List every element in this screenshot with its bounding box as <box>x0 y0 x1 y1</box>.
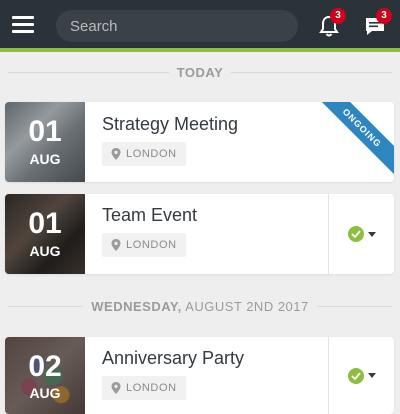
notifications-badge: 3 <box>330 8 346 24</box>
section-label-weekday: WEDNESDAY, <box>91 298 182 314</box>
event-thumbnail: 01 AUG <box>5 102 85 182</box>
event-day: 01 <box>28 207 62 240</box>
divider <box>8 71 169 73</box>
location-pin-icon <box>111 148 121 160</box>
check-icon <box>347 226 364 242</box>
rsvp-status-dropdown[interactable] <box>328 194 394 274</box>
ongoing-ribbon: ONGOING <box>316 102 394 178</box>
event-location: LONDON <box>126 382 177 394</box>
event-thumbnail: 01 AUG <box>5 194 85 274</box>
event-location-tag: LONDON <box>102 376 186 400</box>
event-title: Strategy Meeting <box>102 114 239 134</box>
divider <box>8 305 84 307</box>
check-icon <box>347 367 364 384</box>
event-location-tag: LONDON <box>102 142 186 166</box>
event-card-team-event[interactable]: 01 AUG Team Event LONDON <box>5 194 394 274</box>
messages-badge: 3 <box>376 8 392 24</box>
top-bar: 3 3 <box>0 0 400 48</box>
section-label-date: AUGUST 2ND 2017 <box>185 298 309 314</box>
event-thumbnail: 02 AUG <box>5 337 85 414</box>
caret-down-icon <box>367 373 376 378</box>
messages-button[interactable]: 3 <box>364 8 392 38</box>
rsvp-status-dropdown[interactable] <box>328 337 394 414</box>
event-location: LONDON <box>126 148 177 160</box>
location-pin-icon <box>111 382 121 394</box>
search-input[interactable] <box>56 10 298 42</box>
event-month: AUG <box>29 385 61 401</box>
top-bar-accent <box>0 48 400 52</box>
event-title: Team Event <box>102 205 198 225</box>
divider <box>316 305 393 307</box>
event-month: AUG <box>29 243 61 259</box>
section-header-today: TODAY <box>0 63 400 81</box>
notifications-button[interactable]: 3 <box>318 8 346 38</box>
divider <box>231 71 393 73</box>
event-day: 02 <box>28 350 62 383</box>
section-header-wednesday: WEDNESDAY, AUGUST 2ND 2017 <box>0 297 400 315</box>
event-location-tag: LONDON <box>102 233 186 257</box>
location-pin-icon <box>111 239 121 251</box>
section-label-today: TODAY <box>176 64 224 80</box>
event-location: LONDON <box>126 239 177 251</box>
event-card-strategy-meeting[interactable]: 01 AUG Strategy Meeting LONDON ONGOING <box>5 102 394 182</box>
caret-down-icon <box>367 231 376 237</box>
menu-icon[interactable] <box>12 14 34 34</box>
event-title: Anniversary Party <box>102 348 245 368</box>
event-card-anniversary-party[interactable]: 02 AUG Anniversary Party LONDON <box>5 337 394 414</box>
event-month: AUG <box>29 151 61 167</box>
event-day: 01 <box>28 115 62 148</box>
